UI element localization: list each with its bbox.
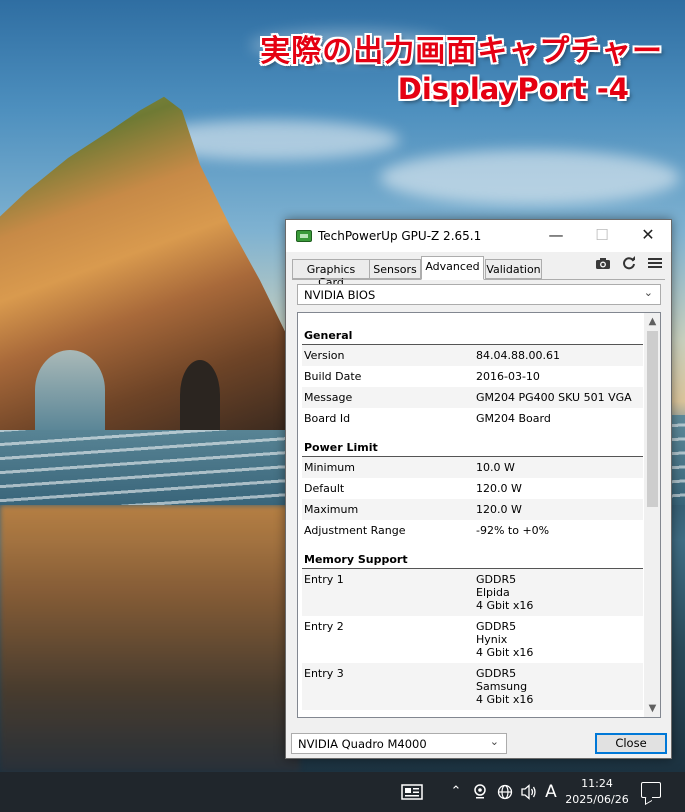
table-row: Entry 2 GDDR5 Hynix 4 Gbit x16 <box>304 620 534 659</box>
gpu-card-icon <box>296 230 312 242</box>
window-title: TechPowerUp GPU-Z 2.65.1 <box>318 229 482 243</box>
wallpaper-cloud <box>380 150 680 205</box>
gpu-dropdown-value: NVIDIA Quadro M4000 <box>298 737 427 751</box>
table-row: Minimum 10.0 W <box>302 457 643 478</box>
table-row: Default 120.0 W <box>304 482 522 495</box>
wallpaper-arch <box>180 360 220 430</box>
gpuz-window: TechPowerUp GPU-Z 2.65.1 — ☐ ✕ Graphics … <box>285 219 672 759</box>
minimize-button[interactable]: — <box>533 220 579 252</box>
table-row: Entry 1 GDDR5 Elpida 4 Gbit x16 <box>302 569 643 616</box>
globe-icon[interactable] <box>494 772 516 812</box>
notification-icon[interactable] <box>641 782 661 798</box>
banner-subtitle: DisplayPort -4 <box>397 72 629 106</box>
gpu-dropdown[interactable]: NVIDIA Quadro M4000 ⌄ <box>291 733 507 754</box>
section-header-memory-support: Memory Support <box>302 541 643 569</box>
tab-advanced[interactable]: Advanced <box>421 256 484 280</box>
news-widget-icon[interactable] <box>398 772 426 812</box>
maximize-button[interactable]: ☐ <box>579 220 625 252</box>
camera-icon[interactable] <box>595 256 611 274</box>
ime-indicator[interactable]: A <box>541 772 561 812</box>
chevron-down-icon: ⌄ <box>489 735 499 748</box>
section-header-power-limit: Power Limit <box>302 429 643 457</box>
table-row: Version 84.04.88.00.61 <box>302 345 643 366</box>
category-dropdown[interactable]: NVIDIA BIOS ⌄ <box>297 284 661 305</box>
details-list: General Version 84.04.88.00.61 Build Date… <box>302 317 643 710</box>
tab-validation[interactable]: Validation <box>485 259 542 279</box>
speaker-icon[interactable] <box>518 772 540 812</box>
tab-sensors[interactable]: Sensors <box>369 259 421 279</box>
chevron-up-icon[interactable]: ⌃ <box>447 772 465 812</box>
menu-icon[interactable] <box>648 256 662 274</box>
clock-date: 2025/06/26 <box>565 793 629 806</box>
title-bar[interactable]: TechPowerUp GPU-Z 2.65.1 — ☐ ✕ <box>286 220 671 252</box>
taskbar: ⌃ A 11:24 2025/06/26 <box>0 772 685 812</box>
close-button[interactable]: Close <box>595 733 667 754</box>
table-row: Build Date 2016-03-10 <box>304 370 540 383</box>
chevron-down-icon: ⌄ <box>643 286 653 299</box>
section-header-general: General <box>302 317 643 345</box>
table-row: Maximum 120.0 W <box>302 499 643 520</box>
clock-time: 11:24 <box>581 777 613 790</box>
wallpaper-reflection <box>0 505 300 772</box>
table-row: Adjustment Range -92% to +0% <box>304 524 550 537</box>
category-dropdown-value: NVIDIA BIOS <box>304 288 376 302</box>
wallpaper-arch <box>35 350 105 430</box>
table-row: Entry 3 GDDR5 Samsung 4 Gbit x16 <box>302 663 643 710</box>
table-row: Board Id GM204 Board <box>304 412 551 425</box>
banner-title: 実際の出力画面キャプチャー <box>260 34 663 69</box>
close-window-button[interactable]: ✕ <box>625 220 671 252</box>
webcam-icon[interactable] <box>470 772 490 812</box>
scrollbar-thumb[interactable] <box>647 331 658 507</box>
tab-graphics-card[interactable]: Graphics Card <box>292 259 370 289</box>
table-row: Message GM204 PG400 SKU 501 VGA <box>302 387 643 408</box>
scroll-down-icon[interactable]: ▼ <box>644 700 660 717</box>
scroll-up-icon[interactable]: ▲ <box>644 313 660 330</box>
vertical-scrollbar[interactable]: ▲ ▼ <box>644 313 660 717</box>
details-panel: General Version 84.04.88.00.61 Build Date… <box>297 312 661 718</box>
refresh-icon[interactable] <box>622 256 636 274</box>
taskbar-clock[interactable]: 11:24 2025/06/26 <box>563 776 631 808</box>
